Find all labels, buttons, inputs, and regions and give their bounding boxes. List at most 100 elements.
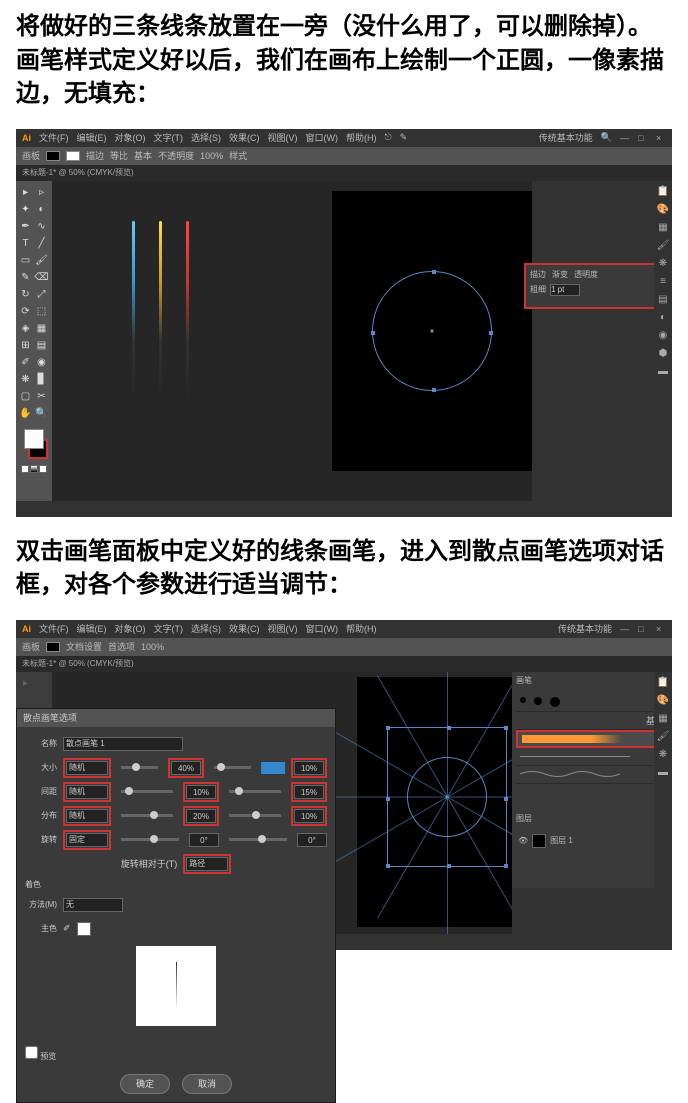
circle-path[interactable] — [372, 271, 492, 391]
transparency-icon[interactable]: ◐ — [656, 311, 670, 325]
gradient-icon[interactable]: ▤ — [656, 293, 670, 307]
blend-tool[interactable]: ◉ — [34, 355, 49, 370]
free-transform-tool[interactable]: ⬚ — [34, 304, 49, 319]
menu-select[interactable]: 选择(S) — [191, 131, 221, 144]
gradient-mode[interactable] — [30, 465, 38, 473]
symbol-sprayer-tool[interactable]: ❋ — [18, 372, 33, 387]
document-tab[interactable]: 未标题-1* @ 50% (CMYK/预览) — [22, 168, 134, 177]
magic-wand-tool[interactable]: ✦ — [18, 202, 33, 217]
none-mode[interactable] — [39, 465, 47, 473]
size-slider-1[interactable] — [121, 766, 158, 769]
ok-button[interactable]: 确定 — [120, 1074, 170, 1094]
brush-basic-row[interactable] — [516, 694, 668, 712]
window-maximize[interactable]: □ — [638, 133, 648, 143]
opacity-value[interactable]: 100% — [200, 151, 223, 161]
share-icon[interactable]: ⎋ — [385, 132, 392, 143]
fill-swatch[interactable] — [46, 642, 60, 652]
gradient-tab[interactable]: 渐变 — [552, 269, 568, 280]
size-value-2[interactable]: 10% — [294, 761, 324, 775]
appearance-icon[interactable]: ◉ — [656, 329, 670, 343]
layer-row[interactable]: 👁 图层 1 ○ — [516, 832, 668, 850]
rotation-value-1[interactable]: 0° — [189, 833, 219, 847]
name-input[interactable]: 散点画笔 1 — [63, 737, 183, 751]
selection-tool[interactable]: ▸ — [18, 185, 33, 200]
curvature-tool[interactable]: ∿ — [34, 219, 49, 234]
brushes-icon[interactable]: 🖌 — [656, 730, 670, 744]
artboard-tool[interactable]: ▢ — [18, 389, 33, 404]
properties-icon[interactable]: 📋 — [656, 676, 670, 690]
visibility-icon[interactable]: 👁 — [518, 836, 528, 845]
preview-checkbox[interactable] — [25, 1046, 38, 1059]
swatches-icon[interactable]: ▦ — [656, 221, 670, 235]
gradient-tool[interactable]: ▤ — [34, 338, 49, 353]
rectangle-tool[interactable]: ▭ — [18, 253, 33, 268]
properties-icon[interactable]: 📋 — [656, 185, 670, 199]
menu-object[interactable]: 对象(O) — [115, 622, 146, 635]
size-mode-select[interactable]: 随机 — [66, 761, 108, 775]
scatter-value-1[interactable]: 20% — [186, 809, 216, 823]
brush-basic-label[interactable]: 基本 — [516, 712, 668, 730]
menu-help[interactable]: 帮助(H) — [346, 131, 377, 144]
brush-wavy[interactable] — [516, 766, 668, 784]
opacity-value[interactable]: 100% — [141, 642, 164, 652]
scatter-slider-1[interactable] — [121, 814, 173, 817]
menu-select[interactable]: 选择(S) — [191, 622, 221, 635]
fill-swatch[interactable] — [46, 151, 60, 161]
lasso-tool[interactable]: ◐ — [34, 202, 49, 217]
paintbrush-tool[interactable]: 🖌 — [34, 253, 49, 268]
document-tab[interactable]: 未标题-1* @ 50% (CMYK/预览) — [22, 659, 134, 668]
rotation-value-2[interactable]: 0° — [297, 833, 327, 847]
doc-setup-button[interactable]: 文档设置 — [66, 640, 102, 653]
menu-effect[interactable]: 效果(C) — [229, 131, 260, 144]
layers-icon[interactable]: ▬ — [656, 365, 670, 379]
symbols-icon[interactable]: ❋ — [656, 748, 670, 762]
menu-help[interactable]: 帮助(H) — [346, 622, 377, 635]
menu-window[interactable]: 窗口(W) — [306, 622, 339, 635]
scale-tool[interactable]: ⤢ — [34, 287, 49, 302]
symbols-icon[interactable]: ❋ — [656, 257, 670, 271]
menu-edit[interactable]: 编辑(E) — [77, 622, 107, 635]
rotation-slider-2[interactable] — [229, 838, 287, 841]
direct-selection-tool[interactable]: ▹ — [34, 185, 49, 200]
prefs-button[interactable]: 首选项 — [108, 640, 135, 653]
shaper-tool[interactable]: ✎ — [18, 270, 33, 285]
spacing-slider-2[interactable] — [229, 790, 281, 793]
line-tool[interactable]: ╱ — [34, 236, 49, 251]
eyedropper-tool[interactable]: ✐ — [18, 355, 33, 370]
width-tool[interactable]: ⟳ — [18, 304, 33, 319]
spacing-value-2[interactable]: 15% — [294, 785, 324, 799]
mesh-tool[interactable]: ⊞ — [18, 338, 33, 353]
perspective-tool[interactable]: ▦ — [34, 321, 49, 336]
cancel-button[interactable]: 取消 — [182, 1074, 232, 1094]
graphic-styles-icon[interactable]: ⬢ — [656, 347, 670, 361]
stroke-tab[interactable]: 描边 — [530, 269, 546, 280]
stroke-icon[interactable]: ≡ — [656, 275, 670, 289]
spacing-mode-select[interactable]: 随机 — [66, 785, 108, 799]
pen-tool[interactable]: ✒ — [18, 219, 33, 234]
menu-window[interactable]: 窗口(W) — [306, 131, 339, 144]
rotation-mode-select[interactable]: 固定 — [66, 833, 108, 847]
layer-name[interactable]: 图层 1 — [550, 835, 573, 846]
weight-input[interactable] — [550, 284, 580, 296]
brushes-tab[interactable]: 画笔 — [516, 675, 532, 686]
window-close[interactable]: × — [656, 624, 666, 634]
menu-edit[interactable]: 编辑(E) — [77, 131, 107, 144]
scatter-value-2[interactable]: 10% — [294, 809, 324, 823]
menu-type[interactable]: 文字(T) — [154, 131, 184, 144]
rotate-tool[interactable]: ↻ — [18, 287, 33, 302]
swatches-icon[interactable]: ▦ — [656, 712, 670, 726]
menu-file[interactable]: 文件(F) — [39, 131, 69, 144]
graph-tool[interactable]: ▊ — [34, 372, 49, 387]
search-icon[interactable]: 🔍 — [601, 132, 612, 143]
menu-view[interactable]: 视图(V) — [268, 622, 298, 635]
circle-path[interactable] — [407, 757, 487, 837]
method-select[interactable]: 无 — [63, 898, 123, 912]
window-close[interactable]: × — [656, 133, 666, 143]
rotation-relative-select[interactable]: 路径 — [186, 857, 228, 871]
menu-file[interactable]: 文件(F) — [39, 622, 69, 635]
color-icon[interactable]: 🎨 — [656, 694, 670, 708]
transparency-tab[interactable]: 透明度 — [574, 269, 598, 280]
brushes-icon[interactable]: 🖌 — [656, 239, 670, 253]
selection-tool[interactable]: ▸ — [18, 676, 33, 691]
slice-tool[interactable]: ✂ — [34, 389, 49, 404]
